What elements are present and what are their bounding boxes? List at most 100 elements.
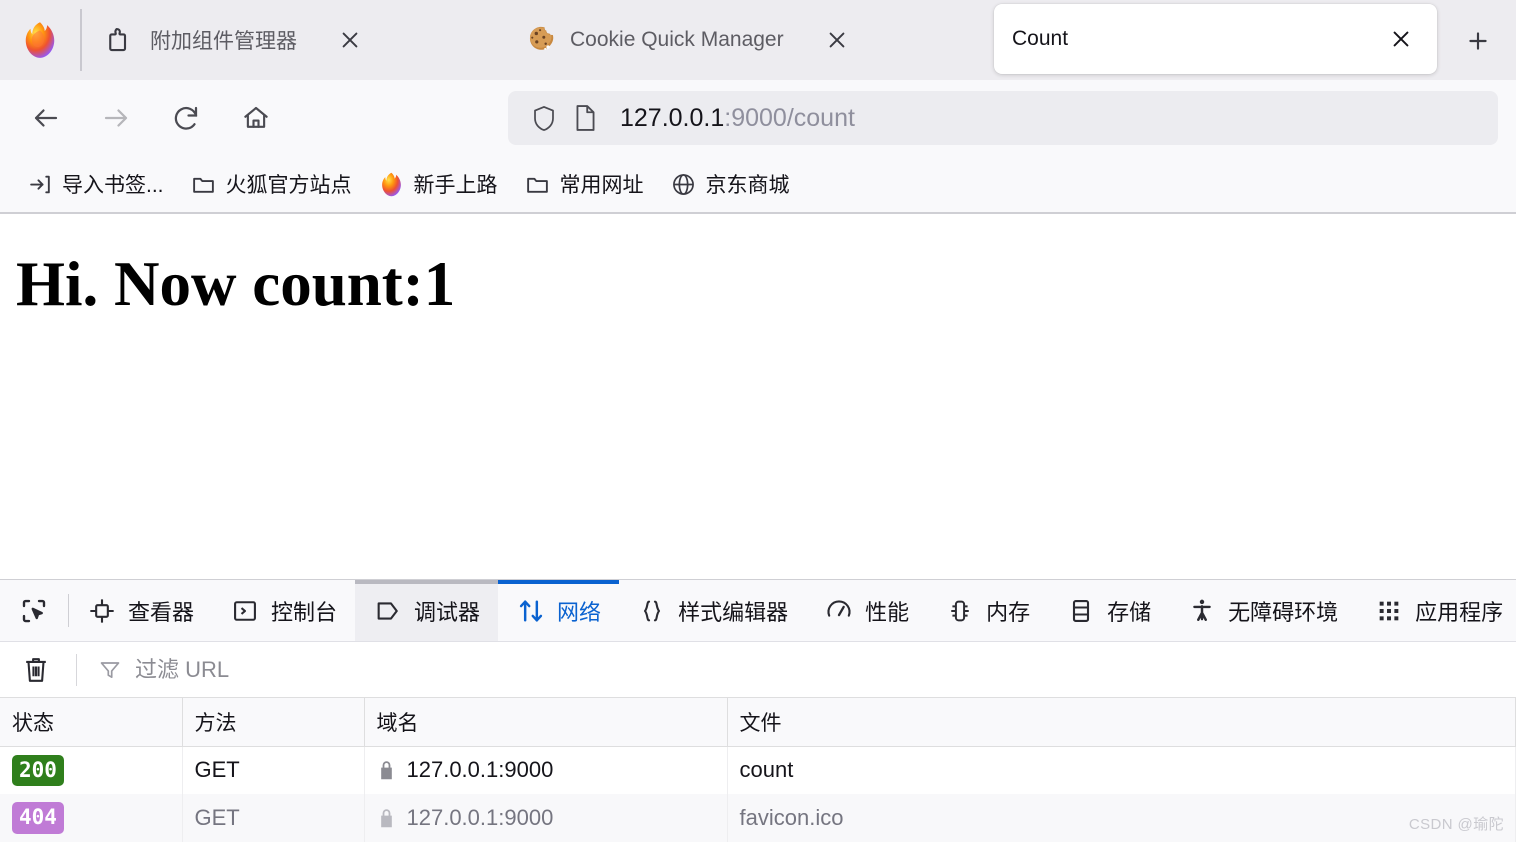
reload-icon[interactable] <box>158 90 214 146</box>
devtools-tab-performance[interactable]: 性能 <box>806 580 927 641</box>
network-requests-table: 状态 方法 域名 文件 200 GET 127.0.0.1:9000 count… <box>0 698 1516 842</box>
tab-addons-manager[interactable]: 附加组件管理器 <box>82 0 502 80</box>
devtools-tab-label: 样式编辑器 <box>678 599 789 625</box>
cell-domain: 127.0.0.1:9000 <box>364 746 728 794</box>
devtools-tab-label: 查看器 <box>128 599 195 625</box>
url-text: 127.0.0.1:9000/count <box>620 104 855 133</box>
firefox-logo-icon <box>378 170 406 198</box>
cookie-icon <box>526 25 556 55</box>
domain-text: 127.0.0.1:9000 <box>406 805 554 830</box>
page-document-icon <box>564 103 606 133</box>
tab-title: Cookie Quick Manager <box>570 28 784 51</box>
puzzle-piece-icon <box>106 25 136 55</box>
column-header-status[interactable]: 状态 <box>0 698 183 747</box>
storage-icon <box>1066 596 1096 626</box>
devtools-tab-label: 应用程序 <box>1415 599 1504 625</box>
column-header-file[interactable]: 文件 <box>727 698 1516 747</box>
import-bookmarks-icon <box>26 170 54 198</box>
devtools-tab-bar: 查看器 控制台 调试器 网络 样式编辑器 性能 内存 存储 无障碍环境 应用程序 <box>0 580 1516 642</box>
forward-arrow-icon[interactable] <box>88 90 144 146</box>
cell-status: 404 <box>0 794 183 842</box>
devtools-tab-accessibility[interactable]: 无障碍环境 <box>1169 580 1356 641</box>
firefox-logo-icon <box>0 0 80 80</box>
devtools-tab-debugger[interactable]: 调试器 <box>355 580 499 641</box>
bookmark-label: 新手上路 <box>413 174 498 197</box>
cell-file: count <box>727 746 1516 794</box>
inspector-icon <box>87 596 117 626</box>
browser-window: 附加组件管理器 Cookie Quick Manager Count 127.0… <box>0 0 1516 842</box>
application-icon <box>1374 596 1404 626</box>
bookmark-label: 火狐官方站点 <box>225 174 352 197</box>
column-header-domain[interactable]: 域名 <box>364 698 728 747</box>
filter-separator <box>76 653 77 686</box>
network-icon <box>516 596 546 626</box>
cell-file: favicon.ico <box>727 794 1516 842</box>
lock-icon <box>377 758 397 782</box>
network-filter-bar <box>0 642 1516 698</box>
devtools-tab-label: 控制台 <box>271 599 338 625</box>
tab-close-button[interactable] <box>810 13 864 67</box>
status-badge: 404 <box>12 802 64 834</box>
tab-strip: 附加组件管理器 Cookie Quick Manager Count <box>0 0 1516 80</box>
element-picker-icon[interactable] <box>0 580 68 641</box>
cell-method: GET <box>182 794 365 842</box>
back-arrow-icon[interactable] <box>18 90 74 146</box>
devtools-tab-style-editor[interactable]: 样式编辑器 <box>619 580 806 641</box>
memory-icon <box>945 596 975 626</box>
devtools-tab-label: 调试器 <box>414 599 481 625</box>
tab-title: 附加组件管理器 <box>150 30 297 53</box>
devtools-tab-inspector[interactable]: 查看器 <box>69 580 212 641</box>
new-tab-button[interactable] <box>1455 18 1501 64</box>
status-badge: 200 <box>12 754 64 786</box>
tab-title: Count <box>1012 27 1069 50</box>
folder-icon <box>524 170 552 198</box>
tab-close-button[interactable] <box>323 13 377 67</box>
devtools-panel: 查看器 控制台 调试器 网络 样式编辑器 性能 内存 存储 无障碍环境 应用程序… <box>0 579 1516 842</box>
style-editor-icon <box>637 596 667 626</box>
lock-icon <box>377 806 397 830</box>
url-host: 127.0.0.1 <box>620 103 725 132</box>
devtools-tab-label: 网络 <box>557 599 602 625</box>
tab-close-button[interactable] <box>1379 17 1423 61</box>
navigation-toolbar: 127.0.0.1:9000/count <box>0 80 1516 156</box>
bookmark-jd-mall[interactable]: 京东商城 <box>660 163 800 205</box>
funnel-icon <box>95 655 125 685</box>
debugger-icon <box>373 596 403 626</box>
cell-domain: 127.0.0.1:9000 <box>364 794 728 842</box>
performance-icon <box>824 596 854 626</box>
bookmark-common-urls[interactable]: 常用网址 <box>514 163 654 205</box>
devtools-tab-application[interactable]: 应用程序 <box>1356 580 1516 641</box>
devtools-tab-label: 内存 <box>986 599 1031 625</box>
table-row[interactable]: 404 GET 127.0.0.1:9000 favicon.ico <box>0 794 1516 842</box>
url-path: :9000/count <box>724 103 855 132</box>
page-content: Hi. Now count:1 <box>0 214 1516 579</box>
tab-count-active[interactable]: Count <box>994 4 1437 74</box>
trash-icon[interactable] <box>14 648 58 692</box>
table-header-row: 状态 方法 域名 文件 <box>0 698 1516 747</box>
tab-cookie-quick-manager[interactable]: Cookie Quick Manager <box>502 0 932 80</box>
devtools-tab-network[interactable]: 网络 <box>498 580 620 641</box>
column-header-method[interactable]: 方法 <box>182 698 365 747</box>
devtools-tab-memory[interactable]: 内存 <box>927 580 1048 641</box>
devtools-tab-console[interactable]: 控制台 <box>212 580 355 641</box>
accessibility-icon <box>1187 596 1217 626</box>
bookmark-import[interactable]: 导入书签... <box>16 163 174 205</box>
bookmarks-bar: 导入书签... 火狐官方站点 新手上路 常用网址 京东商城 <box>0 156 1516 214</box>
shield-icon[interactable] <box>524 103 564 133</box>
bookmark-label: 常用网址 <box>559 174 644 197</box>
devtools-tab-storage[interactable]: 存储 <box>1048 580 1169 641</box>
bookmark-getting-started[interactable]: 新手上路 <box>368 163 508 205</box>
bookmark-label: 京东商城 <box>705 174 790 197</box>
devtools-tab-label: 无障碍环境 <box>1228 599 1339 625</box>
table-row[interactable]: 200 GET 127.0.0.1:9000 count <box>0 746 1516 794</box>
url-bar[interactable]: 127.0.0.1:9000/count <box>508 91 1498 145</box>
globe-icon <box>670 170 698 198</box>
bookmark-firefox-site[interactable]: 火狐官方站点 <box>180 163 362 205</box>
filter-url-input[interactable] <box>135 656 1516 683</box>
devtools-tab-label: 性能 <box>865 599 910 625</box>
home-icon[interactable] <box>228 90 284 146</box>
page-heading: Hi. Now count:1 <box>16 249 456 319</box>
cell-status: 200 <box>0 746 183 794</box>
folder-icon <box>190 170 218 198</box>
bookmark-label: 导入书签... <box>62 174 164 197</box>
